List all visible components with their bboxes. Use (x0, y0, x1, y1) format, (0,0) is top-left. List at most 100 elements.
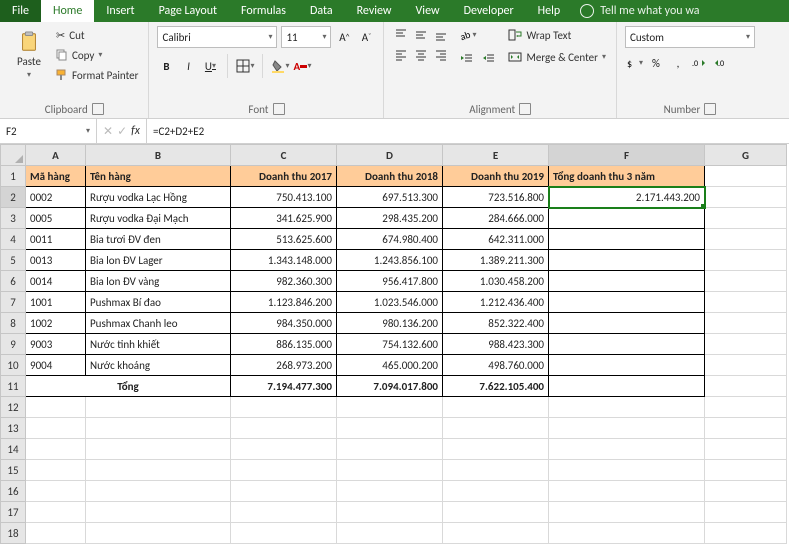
cell[interactable] (549, 523, 705, 544)
cell[interactable] (443, 460, 549, 481)
decrease-font-button[interactable]: Aˇ (357, 28, 375, 46)
cell[interactable]: 0011 (26, 229, 86, 250)
cell[interactable] (705, 292, 787, 313)
copy-button[interactable]: Copy ▾ (54, 46, 140, 64)
spreadsheet-grid[interactable]: A B C D E F G 1 Mã hàng Tên hàng Doanh t… (0, 144, 789, 551)
cell[interactable] (337, 460, 443, 481)
cell[interactable] (705, 523, 787, 544)
cell[interactable]: 7.194.477.300 (231, 376, 337, 397)
cancel-formula-button[interactable]: ✕ (103, 124, 113, 139)
row-header[interactable]: 11 (1, 376, 26, 397)
cell[interactable]: Bia tươi ĐV đen (86, 229, 231, 250)
row-header[interactable]: 8 (1, 313, 26, 334)
cell[interactable] (549, 271, 705, 292)
dialog-launcher-icon[interactable] (273, 103, 285, 115)
tab-home[interactable]: Home (41, 0, 94, 22)
comma-format-button[interactable]: , (669, 54, 687, 72)
cell[interactable] (86, 418, 231, 439)
align-top-button[interactable] (392, 26, 410, 44)
cell[interactable]: Bia lon ĐV vàng (86, 271, 231, 292)
cell[interactable] (705, 187, 787, 208)
cell[interactable]: 754.132.600 (337, 334, 443, 355)
cell[interactable] (705, 250, 787, 271)
tab-formulas[interactable]: Formulas (229, 0, 298, 22)
cell[interactable]: 0014 (26, 271, 86, 292)
cell[interactable]: Mã hàng (26, 166, 86, 187)
row-header[interactable]: 13 (1, 418, 26, 439)
accounting-format-button[interactable]: $▾ (625, 54, 643, 72)
cell[interactable]: 642.311.000 (443, 229, 549, 250)
col-header-C[interactable]: C (231, 145, 337, 166)
increase-decimal-button[interactable]: .0 (691, 54, 709, 72)
cell[interactable]: 674.980.400 (337, 229, 443, 250)
tab-insert[interactable]: Insert (94, 0, 146, 22)
cell[interactable]: Doanh thu 2018 (337, 166, 443, 187)
cell[interactable]: Nước tinh khiết (86, 334, 231, 355)
cell[interactable] (549, 250, 705, 271)
cell[interactable]: Pushmax Bí đao (86, 292, 231, 313)
cell[interactable]: 697.513.300 (337, 187, 443, 208)
cell[interactable] (26, 460, 86, 481)
align-left-button[interactable] (392, 46, 410, 64)
cell[interactable]: 1.243.856.100 (337, 250, 443, 271)
cell[interactable]: Doanh thu 2017 (231, 166, 337, 187)
borders-button[interactable]: ▾ (236, 57, 254, 75)
align-right-button[interactable] (432, 46, 450, 64)
cell[interactable] (705, 418, 787, 439)
cell[interactable]: 1.389.211.300 (443, 250, 549, 271)
cell[interactable]: 750.413.100 (231, 187, 337, 208)
row-header[interactable]: 16 (1, 481, 26, 502)
cell[interactable]: Bia lon ĐV Lager (86, 250, 231, 271)
font-color-button[interactable]: A▾ (293, 57, 311, 75)
underline-button[interactable]: U▾ (201, 57, 219, 75)
cell[interactable]: 980.136.200 (337, 313, 443, 334)
cell[interactable] (705, 481, 787, 502)
cell[interactable] (549, 481, 705, 502)
cell[interactable] (86, 523, 231, 544)
cell[interactable] (549, 292, 705, 313)
number-format-dropdown[interactable]: Custom▾ (625, 26, 755, 48)
cell[interactable] (705, 502, 787, 523)
row-header[interactable]: 4 (1, 229, 26, 250)
cell[interactable] (26, 481, 86, 502)
fx-button[interactable]: fx (131, 124, 140, 138)
tab-developer[interactable]: Developer (452, 0, 526, 22)
cell[interactable]: 9004 (26, 355, 86, 376)
cell[interactable]: 0002 (26, 187, 86, 208)
cell[interactable] (443, 523, 549, 544)
cell[interactable]: 956.417.800 (337, 271, 443, 292)
cell[interactable] (86, 439, 231, 460)
cell[interactable] (549, 418, 705, 439)
col-header-A[interactable]: A (26, 145, 86, 166)
cell[interactable] (549, 376, 705, 397)
cell[interactable]: 268.973.200 (231, 355, 337, 376)
cell[interactable] (443, 481, 549, 502)
cell[interactable] (549, 502, 705, 523)
cell[interactable]: 988.423.300 (443, 334, 549, 355)
cell[interactable]: Rượu vodka Đại Mạch (86, 208, 231, 229)
cell[interactable]: Tổng doanh thu 3 năm (549, 166, 705, 187)
row-header[interactable]: 18 (1, 523, 26, 544)
tab-data[interactable]: Data (298, 0, 345, 22)
cell[interactable]: 465.000.200 (337, 355, 443, 376)
decrease-decimal-button[interactable]: .0 (713, 54, 731, 72)
col-header-E[interactable]: E (443, 145, 549, 166)
row-header[interactable]: 12 (1, 397, 26, 418)
cell[interactable] (705, 376, 787, 397)
format-painter-button[interactable]: Format Painter (54, 66, 140, 84)
cell[interactable]: Rượu vodka Lạc Hồng (86, 187, 231, 208)
cell[interactable]: 1.343.148.000 (231, 250, 337, 271)
cell[interactable]: 498.760.000 (443, 355, 549, 376)
cell[interactable] (705, 355, 787, 376)
cell[interactable] (705, 460, 787, 481)
row-header[interactable]: 2 (1, 187, 26, 208)
cell[interactable] (26, 418, 86, 439)
row-header[interactable]: 7 (1, 292, 26, 313)
row-header[interactable]: 14 (1, 439, 26, 460)
decrease-indent-button[interactable] (458, 50, 476, 68)
italic-button[interactable]: I (179, 57, 197, 75)
cell[interactable] (231, 418, 337, 439)
cell[interactable]: 341.625.900 (231, 208, 337, 229)
bold-button[interactable]: B (157, 57, 175, 75)
cell[interactable]: 0013 (26, 250, 86, 271)
